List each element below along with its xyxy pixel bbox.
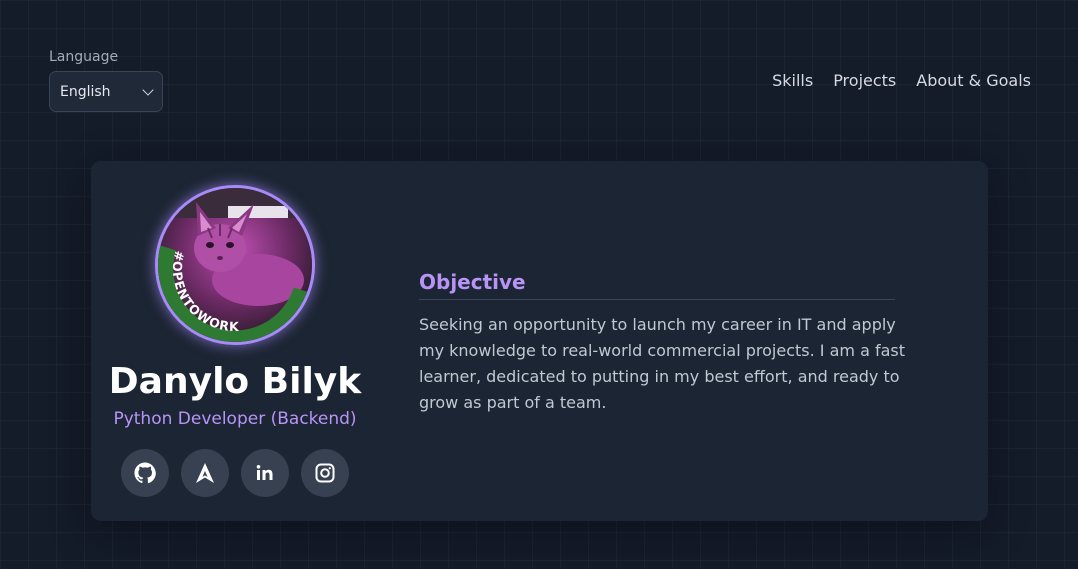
language-selector: Language English (49, 48, 163, 112)
nav-link-projects[interactable]: Projects (833, 71, 896, 91)
objective-divider (419, 299, 895, 300)
objective-heading: Objective (419, 270, 526, 294)
profile-card: #OPENTOWORK Danylo Bilyk Python Develope… (91, 161, 988, 521)
avatar: #OPENTOWORK (155, 185, 315, 345)
language-select[interactable]: English (49, 71, 163, 112)
linkedin-icon (256, 465, 273, 480)
avatar-photo: #OPENTOWORK (158, 188, 312, 342)
github-icon (134, 462, 156, 484)
objective-text: Seeking an opportunity to launch my care… (419, 315, 905, 412)
arc-button[interactable] (181, 449, 229, 497)
social-links (121, 449, 349, 497)
main-nav: Skills Projects About & Goals (772, 71, 1031, 91)
chevron-down-icon (142, 83, 154, 96)
linkedin-button[interactable] (241, 449, 289, 497)
arc-icon (196, 463, 214, 483)
instagram-icon (315, 463, 335, 483)
language-selected-value: English (60, 83, 111, 100)
instagram-button[interactable] (301, 449, 349, 497)
nav-link-skills[interactable]: Skills (772, 71, 813, 91)
github-button[interactable] (121, 449, 169, 497)
language-label: Language (49, 49, 119, 65)
nav-link-about-goals[interactable]: About & Goals (916, 71, 1031, 91)
profile-role: Python Developer (Backend) (113, 409, 357, 429)
profile-name: Danylo Bilyk (108, 361, 362, 402)
